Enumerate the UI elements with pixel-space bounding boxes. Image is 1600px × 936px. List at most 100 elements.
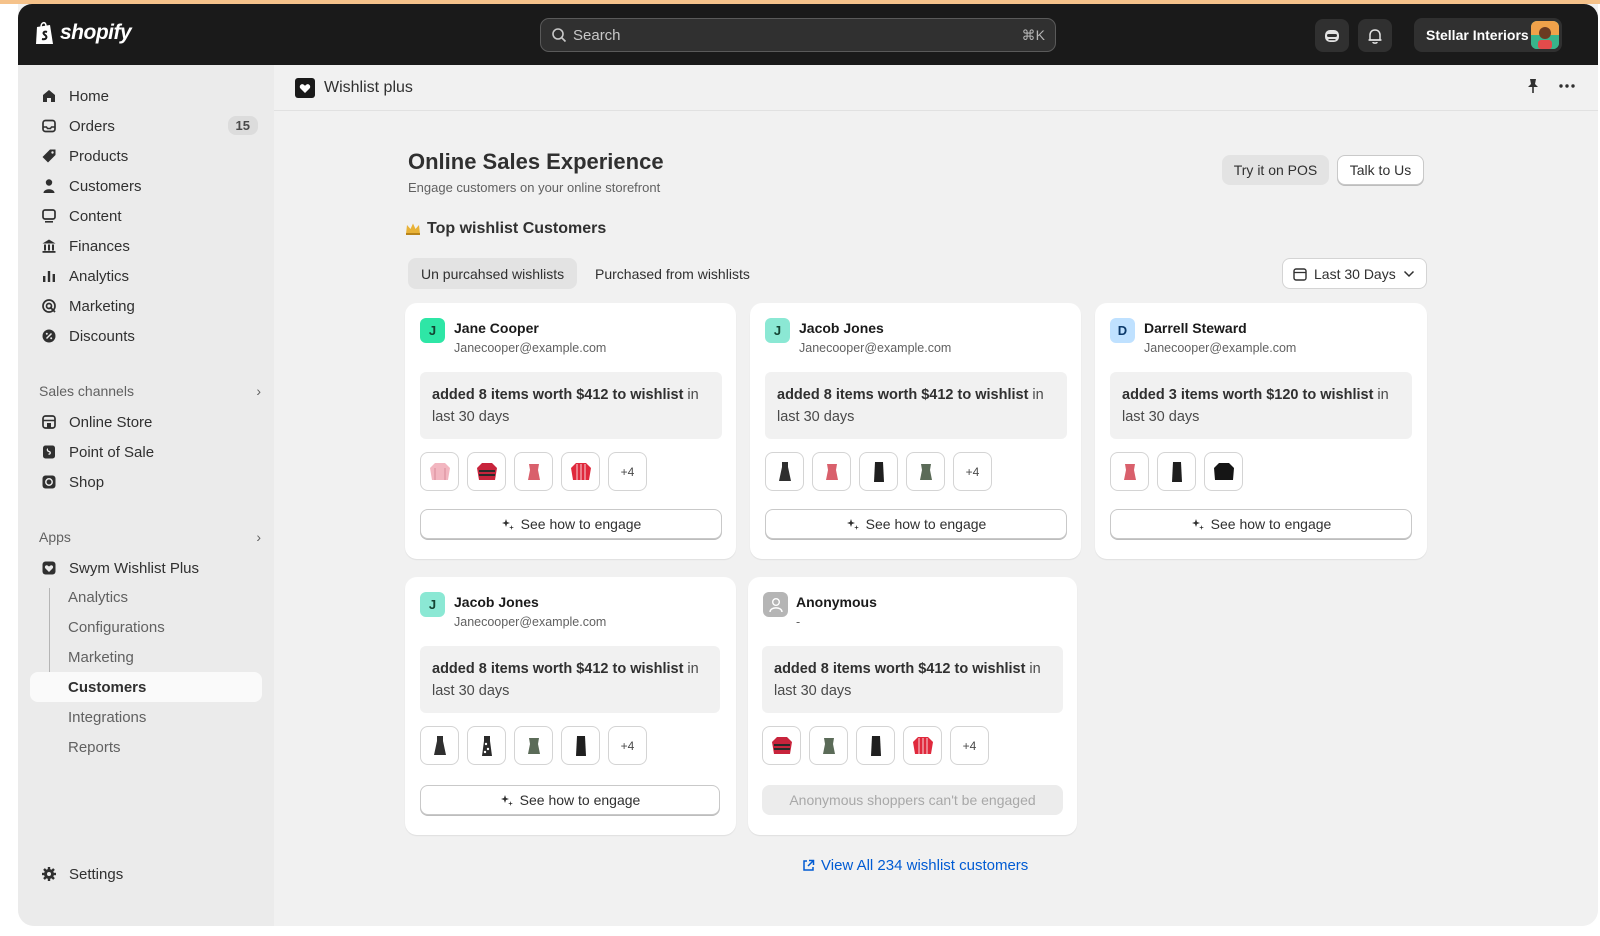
- more-options-icon[interactable]: [1558, 83, 1576, 89]
- product-thumbnail[interactable]: [514, 452, 553, 491]
- nav-customers[interactable]: Customers: [30, 171, 262, 201]
- nav-orders[interactable]: Orders 15: [30, 111, 262, 141]
- inbox-icon: [40, 117, 58, 135]
- store-menu-button[interactable]: Stellar Interiors: [1414, 18, 1562, 52]
- nav-finances[interactable]: Finances: [30, 231, 262, 261]
- nav-sub-reports[interactable]: Reports: [68, 739, 121, 756]
- admin-window: shopify Search ⌘K Stellar Interiors Home…: [18, 4, 1598, 926]
- red-top-icon: [1123, 463, 1136, 480]
- customer-name[interactable]: Jacob Jones: [799, 320, 884, 336]
- customer-name[interactable]: Jane Cooper: [454, 320, 539, 336]
- see-how-to-engage-button[interactable]: See how to engage: [420, 509, 722, 539]
- home-icon: [40, 87, 58, 105]
- green-top-icon: [919, 463, 932, 480]
- product-thumbnail[interactable]: [1110, 452, 1149, 491]
- sidekick-button[interactable]: [1315, 19, 1349, 52]
- nav-sub-integrations[interactable]: Integrations: [68, 709, 146, 726]
- product-thumbnail[interactable]: [762, 726, 801, 765]
- product-thumbnail[interactable]: [561, 726, 600, 765]
- summary-bold: added 8 items worth $412 to wishlist: [432, 387, 684, 403]
- main-content: Wishlist plus Online Sales Experience En…: [274, 65, 1598, 926]
- page-title: Online Sales Experience: [408, 149, 664, 174]
- more-products-count[interactable]: +4: [950, 726, 989, 765]
- shopify-logo[interactable]: shopify: [34, 20, 132, 46]
- product-thumbnail[interactable]: [903, 726, 942, 765]
- product-thumbnail[interactable]: [809, 726, 848, 765]
- customer-name[interactable]: Jacob Jones: [454, 594, 539, 610]
- calendar-icon: [1293, 267, 1307, 281]
- wishlist-app-icon: [40, 559, 58, 577]
- nav-marketing-label: Marketing: [69, 297, 135, 315]
- more-products-count[interactable]: +4: [608, 452, 647, 491]
- nav-marketing[interactable]: Marketing: [30, 291, 262, 321]
- sales-channels-header[interactable]: Sales channels ›: [39, 383, 261, 399]
- product-thumbnail[interactable]: [467, 726, 506, 765]
- nav-online-store[interactable]: Online Store: [30, 407, 262, 437]
- pos-icon: [40, 443, 58, 461]
- nav-sub-analytics[interactable]: Analytics: [68, 589, 128, 606]
- pin-icon[interactable]: [1526, 78, 1540, 94]
- product-thumbnail[interactable]: [420, 726, 459, 765]
- date-range-select[interactable]: Last 30 Days: [1282, 258, 1427, 289]
- bank-icon: [40, 237, 58, 255]
- see-how-to-engage-button[interactable]: See how to engage: [420, 785, 720, 815]
- nav-point-of-sale[interactable]: Point of Sale: [30, 437, 262, 467]
- customer-email: Janecooper@example.com: [799, 341, 952, 355]
- product-thumbnail[interactable]: [420, 452, 459, 491]
- product-thumbnail[interactable]: [859, 452, 898, 491]
- apps-label: Apps: [39, 529, 71, 545]
- try-on-pos-button[interactable]: Try it on POS: [1222, 155, 1329, 185]
- orders-count-badge: 15: [227, 116, 258, 135]
- apps-header[interactable]: Apps ›: [39, 529, 261, 545]
- nav-swym-wishlist[interactable]: Swym Wishlist Plus: [30, 553, 262, 583]
- customer-email: -: [796, 615, 801, 629]
- nav-orders-label: Orders: [69, 117, 115, 135]
- nav-shop[interactable]: Shop: [30, 467, 262, 497]
- product-thumbnail[interactable]: [514, 726, 553, 765]
- nav-settings[interactable]: Settings: [30, 859, 262, 889]
- tab-unpurchased[interactable]: Un purcahsed wishlists: [408, 258, 578, 289]
- plaid-jacket-icon: [912, 736, 933, 754]
- tab-purchased[interactable]: Purchased from wishlists: [582, 258, 763, 289]
- product-thumbnail[interactable]: [812, 452, 851, 491]
- sidebar: Home Orders 15 Products Customers Conten…: [18, 65, 274, 926]
- store-name: Stellar Interiors: [1426, 27, 1529, 43]
- summary-bold: added 3 items worth $120 to wishlist: [1122, 387, 1374, 403]
- black-dress-icon: [778, 461, 791, 481]
- customer-card: J Jacob Jones Janecooper@example.com add…: [405, 577, 736, 835]
- product-thumbnail[interactable]: [906, 452, 945, 491]
- nav-sub-customers[interactable]: Customers: [68, 679, 146, 696]
- see-how-to-engage-button[interactable]: See how to engage: [1110, 509, 1412, 539]
- nav-sub-marketing[interactable]: Marketing: [68, 649, 134, 666]
- product-thumbnail[interactable]: [1157, 452, 1196, 491]
- product-thumbnail[interactable]: [1204, 452, 1243, 491]
- more-products-count[interactable]: +4: [608, 726, 647, 765]
- talk-to-us-button[interactable]: Talk to Us: [1337, 155, 1424, 185]
- notifications-button[interactable]: [1358, 19, 1392, 52]
- customer-avatar: J: [420, 592, 445, 617]
- sparkle-icon: [846, 519, 859, 530]
- customer-name[interactable]: Darrell Steward: [1144, 320, 1247, 336]
- pink-sweater-icon: [429, 462, 450, 480]
- see-how-to-engage-button[interactable]: See how to engage: [765, 509, 1067, 539]
- product-thumbnail[interactable]: [561, 452, 600, 491]
- wishlist-summary: added 8 items worth $412 to wishlist in …: [420, 372, 722, 439]
- nav-home[interactable]: Home: [30, 81, 262, 111]
- bell-icon: [1368, 28, 1382, 44]
- search-placeholder: Search: [573, 26, 621, 44]
- product-thumbnail[interactable]: [765, 452, 804, 491]
- engage-label: See how to engage: [519, 792, 641, 808]
- nav-products[interactable]: Products: [30, 141, 262, 171]
- product-thumbnail[interactable]: [856, 726, 895, 765]
- wishlist-summary: added 8 items worth $412 to wishlist in …: [762, 646, 1063, 713]
- product-thumbnail[interactable]: [467, 452, 506, 491]
- search-input[interactable]: Search ⌘K: [540, 18, 1056, 52]
- view-all-link[interactable]: View All 234 wishlist customers: [802, 857, 1028, 874]
- nav-content[interactable]: Content: [30, 201, 262, 231]
- more-products-count[interactable]: +4: [953, 452, 992, 491]
- customer-card: J Jacob Jones Janecooper@example.com add…: [750, 303, 1081, 559]
- nav-discounts[interactable]: Discounts: [30, 321, 262, 351]
- nav-analytics[interactable]: Analytics: [30, 261, 262, 291]
- red-sweater-icon: [476, 462, 497, 480]
- nav-sub-configurations[interactable]: Configurations: [68, 619, 165, 636]
